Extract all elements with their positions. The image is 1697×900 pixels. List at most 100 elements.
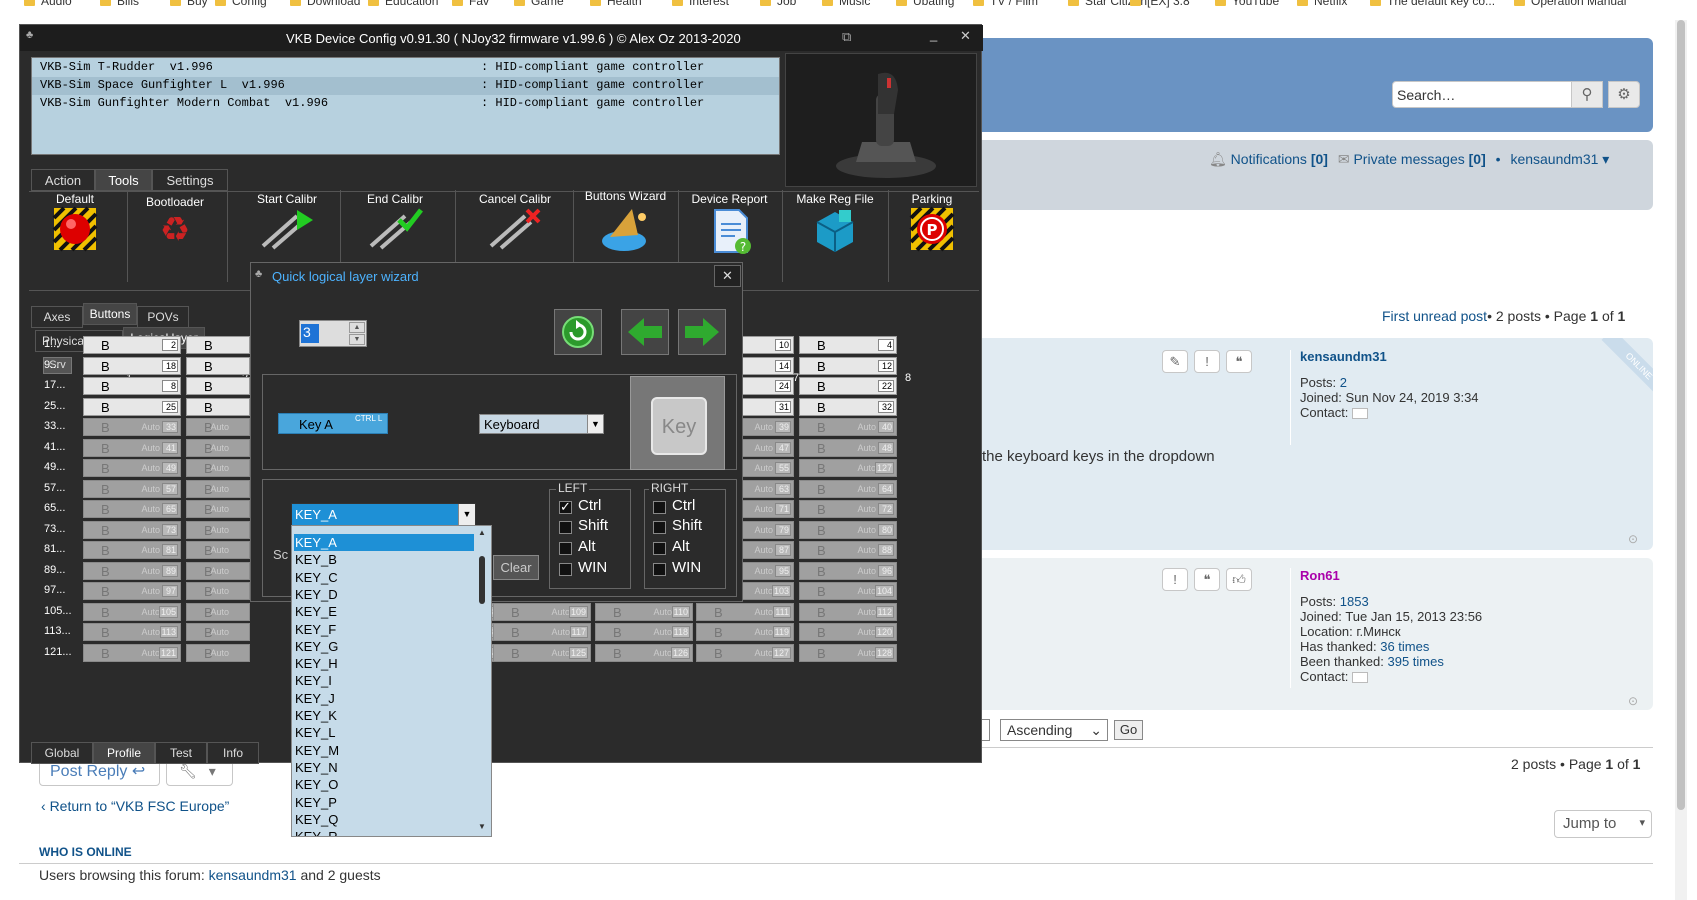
minimize-icon[interactable]: _ (930, 27, 937, 42)
bookmark-item[interactable]: Netflix (1297, 0, 1347, 8)
logical-button-cell[interactable]: B Auto 104 (799, 582, 897, 600)
tab-profile[interactable]: Profile (93, 742, 155, 764)
online-user-link[interactable]: kensaundm31 (209, 867, 297, 883)
bookmark-item[interactable]: Education (368, 0, 438, 8)
logical-button-cell[interactable]: B2 (83, 336, 181, 354)
post2-posts[interactable]: 1853 (1340, 594, 1369, 609)
scrollbar-thumb[interactable] (479, 556, 485, 604)
post1-posts[interactable]: 2 (1340, 375, 1347, 390)
logical-button-cell[interactable]: B Auto 120 (799, 623, 897, 641)
left-win-checkbox[interactable] (559, 563, 572, 576)
logical-button-cell[interactable]: B Auto (186, 459, 250, 477)
logical-button-cell[interactable]: B Auto 89 (83, 561, 181, 580)
logical-button-cell[interactable]: B Auto (186, 582, 250, 600)
clear-button[interactable]: Clear (493, 555, 539, 580)
dropdown-option[interactable]: KEY_J (294, 690, 474, 707)
search-icon[interactable]: ⚲ (1571, 81, 1603, 108)
bookmark-item[interactable]: Config (215, 0, 267, 8)
parking-tool[interactable]: Parking P (892, 190, 972, 290)
dropdown-option[interactable]: KEY_I (294, 672, 474, 689)
post1-author[interactable]: kensaundm31 (1300, 349, 1387, 364)
logical-button-cell[interactable]: B Auto 64 (799, 479, 897, 498)
gear-icon[interactable]: ⚙ (1608, 81, 1640, 108)
logical-button-cell[interactable]: B Auto 121 (83, 643, 181, 662)
logical-button-cell[interactable]: B Auto 73 (83, 520, 181, 539)
dropdown-option[interactable]: KEY_M (294, 742, 474, 759)
logical-button-cell[interactable]: B Auto 72 (799, 500, 897, 518)
logical-button-cell[interactable]: B Auto 127 (799, 459, 897, 477)
scroll-down-icon[interactable]: ▼ (478, 822, 486, 831)
sort-direction-select[interactable]: Ascending ⌄ (1000, 719, 1108, 741)
logical-button-cell[interactable]: B Auto (186, 520, 250, 539)
bookmark-item[interactable]: Operation Manual (1514, 0, 1626, 8)
make-reg-file-tool[interactable]: Make Reg File (785, 190, 885, 290)
back-to-top-icon[interactable]: ⊙ (1628, 532, 1638, 546)
thumbs-up-icon[interactable]: 👍︎ (1226, 568, 1252, 591)
logical-button-cell[interactable]: B Auto (186, 418, 250, 436)
logical-button-cell[interactable]: B Auto 112 (799, 602, 897, 621)
logical-button-cell[interactable]: B Auto 105 (83, 602, 181, 621)
wizard-close-icon[interactable]: ✕ (714, 265, 741, 287)
logical-button-cell[interactable]: B Auto 126 (595, 643, 693, 662)
logical-button-cell[interactable]: B Auto (186, 623, 250, 641)
logical-button-cell[interactable]: B Auto (186, 500, 250, 518)
back-to-top-icon[interactable]: ⊙ (1628, 694, 1638, 708)
bootloader-tool[interactable]: Bootloader ♻ (135, 190, 215, 290)
thanked-link[interactable]: 36 times (1380, 639, 1429, 654)
notifications-link[interactable]: Notifications [0] (1231, 151, 1328, 167)
logical-button-cell[interactable]: B Auto (186, 438, 250, 457)
dropdown-option[interactable]: KEY_O (294, 776, 474, 793)
tab-settings[interactable]: Settings (152, 169, 228, 191)
key-a-button[interactable]: Key A CTRL L (278, 413, 388, 434)
report-icon[interactable]: ! (1194, 350, 1220, 373)
logical-button-cell[interactable]: B 12 (799, 356, 897, 375)
dropdown-option[interactable]: KEY_A (294, 534, 474, 551)
key-dropdown-list[interactable]: KEY_A KEY_B KEY_C KEY_D KEY_E KEY_F KEY_G KEY_H… (291, 525, 492, 837)
right-win-checkbox[interactable] (653, 563, 666, 576)
bookmark-item[interactable]: Bills (100, 0, 139, 8)
chevron-down-icon[interactable]: ▼ (458, 504, 475, 525)
dropdown-option[interactable]: KEY_N (294, 759, 474, 776)
logical-button-cell[interactable]: B (186, 336, 250, 354)
logical-button-cell[interactable]: B Auto 128 (799, 643, 897, 662)
contact-icon[interactable] (1352, 672, 1369, 684)
report-icon[interactable]: ! (1162, 568, 1188, 591)
logical-button-cell[interactable]: B4 (799, 336, 897, 354)
right-shift-checkbox[interactable] (653, 521, 666, 534)
dropdown-option[interactable]: KEY_D (294, 586, 474, 603)
device-row[interactable]: VKB-Sim Gunfighter Modern Combat v1.996:… (32, 95, 779, 113)
prev-button[interactable] (621, 309, 669, 355)
dropdown-option[interactable]: KEY_G (294, 638, 474, 655)
logical-button-cell[interactable]: B Auto (186, 602, 250, 621)
contact-icon[interactable] (1352, 408, 1369, 420)
logical-button-cell[interactable]: B Auto 119 (696, 623, 794, 641)
edit-icon[interactable]: ✎ (1162, 350, 1188, 373)
spin-up-icon[interactable]: ▲ (349, 322, 365, 333)
logical-button-cell[interactable]: B8 (83, 377, 181, 395)
logical-button-cell[interactable]: B Auto (186, 541, 250, 559)
next-button[interactable] (678, 309, 726, 355)
device-row[interactable]: VKB-Sim T-Rudder v1.996: HID-compliant g… (32, 59, 779, 77)
refresh-button[interactable] (554, 309, 602, 355)
logical-button-cell[interactable]: B Auto 125 (493, 643, 591, 662)
bookmark-item[interactable]: Game (514, 0, 564, 8)
device-list[interactable]: VKB-Sim T-Rudder v1.996: HID-compliant g… (31, 57, 780, 155)
tab-axes[interactable]: Axes (31, 306, 83, 328)
dropdown-option[interactable]: KEY_F (294, 621, 474, 638)
logical-button-cell[interactable]: B Auto 111 (696, 602, 794, 621)
logical-button-cell[interactable]: B Auto118 (595, 623, 693, 641)
logical-button-cell[interactable]: B Auto (186, 643, 250, 662)
dropdown-option[interactable]: KEY_L (294, 724, 474, 741)
bookmark-item[interactable]: Buy (170, 0, 208, 8)
tab-test[interactable]: Test (155, 742, 207, 764)
restore-icon[interactable]: ⧉ (842, 29, 851, 45)
logical-button-cell[interactable]: B Auto 110 (595, 602, 693, 621)
action-type-select[interactable]: Keyboard ▼ (479, 414, 604, 434)
logical-button-cell[interactable]: B Auto 117 (493, 623, 591, 641)
dropdown-option[interactable]: KEY_E (294, 603, 474, 620)
device-row-selected[interactable]: VKB-Sim Space Gunfighter L v1.996: HID-c… (32, 77, 779, 95)
dropdown-option[interactable]: KEY_R (294, 828, 474, 836)
logical-button-cell[interactable]: B 25 (83, 397, 181, 416)
scrollbar-thumb[interactable] (1677, 20, 1685, 810)
left-alt-checkbox[interactable] (559, 542, 572, 555)
